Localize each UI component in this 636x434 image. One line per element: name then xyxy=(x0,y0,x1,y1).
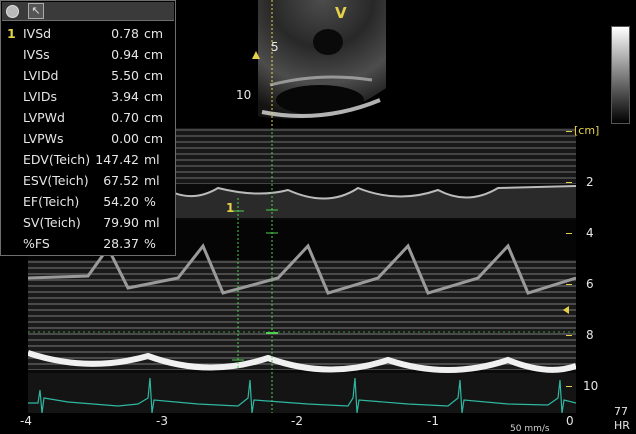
measurement-unit: cm xyxy=(144,110,164,125)
measurement-value: 0.00 xyxy=(111,131,139,146)
measurement-unit: ml xyxy=(144,152,160,167)
time-axis-label: -1 xyxy=(427,414,439,428)
measurement-value: 0.70 xyxy=(111,110,139,125)
caliper-label: 1 xyxy=(226,201,235,215)
measurement-unit: ml xyxy=(144,173,160,188)
measurement-row[interactable]: ESV(Teich) 67.52 ml xyxy=(1,170,175,191)
measurement-index: 1 xyxy=(7,26,16,41)
measurement-label: LVIDs xyxy=(23,89,57,104)
measurement-unit: cm xyxy=(144,26,164,41)
grayscale-bar xyxy=(611,26,630,124)
measurement-label: LVPWs xyxy=(23,131,64,146)
record-dot-icon[interactable] xyxy=(6,5,19,18)
measurement-value: 67.52 xyxy=(103,173,139,188)
measurement-label: LVIDd xyxy=(23,68,59,83)
measurement-row[interactable]: IVSs 0.94 cm xyxy=(1,44,175,65)
orientation-marker: V xyxy=(335,4,347,22)
measurement-unit: cm xyxy=(144,68,164,83)
measurement-row[interactable]: SV(Teich) 79.90 ml xyxy=(1,212,175,233)
measurement-value: 28.37 xyxy=(103,236,139,251)
measurement-row[interactable]: LVPWd 0.70 cm xyxy=(1,107,175,128)
measurement-row[interactable]: EDV(Teich) 147.42 ml xyxy=(1,149,175,170)
measurement-row[interactable]: EF(Teich) 54.20% xyxy=(1,191,175,212)
measurement-unit: % xyxy=(144,194,156,209)
cursor-tool-icon[interactable]: ↖ xyxy=(28,3,44,19)
measurement-panel: ↖ 1 IVSd 0.78 cm IVSs 0.94 cm LVIDd 5.50 cm LVIDs 3… xyxy=(0,0,176,256)
measurement-value: 3.94 xyxy=(111,89,139,104)
depth-tick-mark xyxy=(566,131,572,132)
depth-tick-mark xyxy=(566,284,572,285)
measurement-row[interactable]: LVPWs 0.00 cm xyxy=(1,128,175,149)
measurement-label: EDV(Teich) xyxy=(23,152,91,167)
depth-tick-mark xyxy=(566,182,572,183)
measurement-value: 5.50 xyxy=(111,68,139,83)
measurement-unit: % xyxy=(144,236,156,251)
measurement-value: 79.90 xyxy=(103,215,139,230)
time-axis-label: 0 xyxy=(566,414,574,428)
ultrasound-viewport: V 5 10 1 [cm] 2 4 6 8 10 -4 -3 -2 -1 0 5… xyxy=(0,0,636,434)
depth-tick-mark xyxy=(566,233,572,234)
measurement-unit: ml xyxy=(144,215,160,230)
heart-rate-value: 77 xyxy=(614,405,628,418)
measurement-label: %FS xyxy=(23,236,50,251)
depth-tick-label: 4 xyxy=(586,226,594,240)
measurement-label: IVSd xyxy=(23,26,52,41)
time-axis-label: -3 xyxy=(156,414,168,428)
measurement-row[interactable]: %FS 28.37% xyxy=(1,233,175,254)
measurement-row[interactable]: LVIDd 5.50 cm xyxy=(1,65,175,86)
measurement-label: EF(Teich) xyxy=(23,194,80,209)
heart-rate-label: HR xyxy=(614,419,630,432)
measurement-row[interactable]: 1 IVSd 0.78 cm xyxy=(1,23,175,44)
depth-tick-label: 2 xyxy=(586,175,594,189)
measurement-value: 0.78 xyxy=(111,26,139,41)
depth-tick-mark xyxy=(566,335,572,336)
measurement-row[interactable]: LVIDs 3.94 cm xyxy=(1,86,175,107)
sector-depth-label: 10 xyxy=(236,88,252,102)
sweep-speed: 50 mm/s xyxy=(510,424,550,434)
sector-depth-label: 5 xyxy=(271,40,279,54)
measurement-unit: cm xyxy=(144,131,164,146)
focus-marker-icon xyxy=(563,306,569,314)
time-axis-label: -2 xyxy=(291,414,303,428)
orientation-triangle-icon xyxy=(252,51,260,59)
measurement-label: IVSs xyxy=(23,47,50,62)
measurement-unit: cm xyxy=(144,89,164,104)
measurement-value: 54.20 xyxy=(103,194,139,209)
measurement-value: 147.42 xyxy=(95,152,139,167)
measurement-label: ESV(Teich) xyxy=(23,173,89,188)
depth-tick-label: 6 xyxy=(586,277,594,291)
depth-tick-label: 10 xyxy=(583,379,599,393)
depth-tick-label: 8 xyxy=(586,328,594,342)
measurement-unit: cm xyxy=(144,47,164,62)
measurement-panel-titlebar: ↖ xyxy=(2,2,174,21)
measurement-value: 0.94 xyxy=(111,47,139,62)
measurement-label: SV(Teich) xyxy=(23,215,81,230)
depth-tick-mark xyxy=(566,386,572,387)
time-axis-label: -4 xyxy=(20,414,32,428)
measurement-label: LVPWd xyxy=(23,110,65,125)
depth-unit-label: [cm] xyxy=(574,124,600,137)
